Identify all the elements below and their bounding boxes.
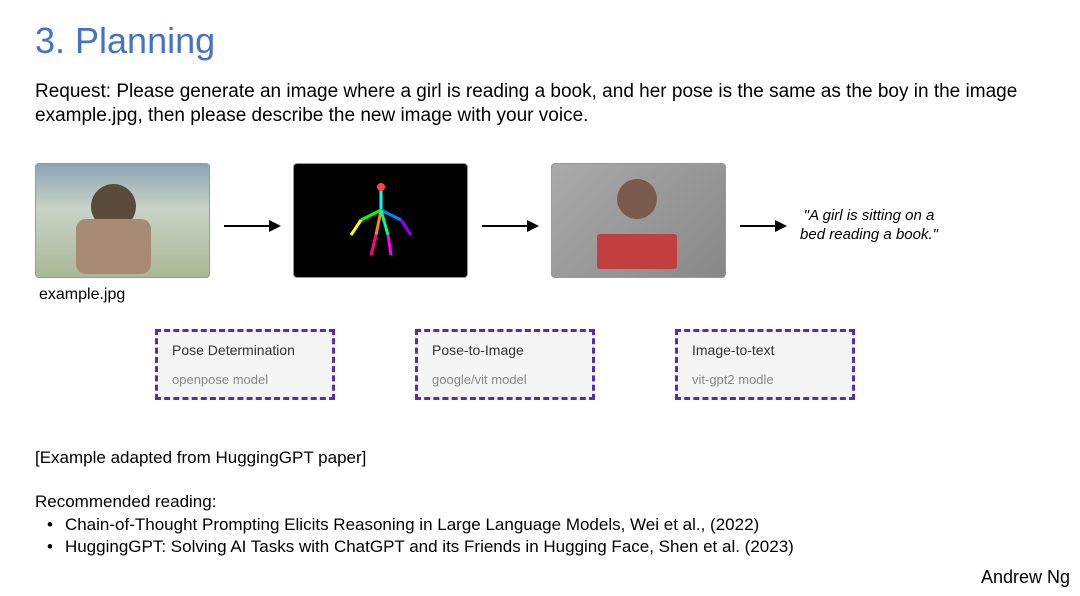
author-name: Andrew Ng	[981, 567, 1070, 588]
tool-pose-to-image: Pose-to-Image google/vit model	[415, 329, 595, 400]
tool-model: vit-gpt2 modle	[692, 372, 838, 387]
tool-boxes-row: Pose Determination openpose model Pose-t…	[155, 329, 1045, 400]
tool-title: Pose Determination	[172, 342, 318, 358]
stage-pose-image: -	[293, 163, 468, 304]
source-note: [Example adapted from HuggingGPT paper]	[35, 448, 1045, 468]
recommended-item: HuggingGPT: Solving AI Tasks with ChatGP…	[47, 536, 1045, 559]
output-caption: "A girl is sitting on a bed reading a bo…	[799, 207, 939, 245]
pipeline-row: example.jpg - - "A girl is sitting on a …	[35, 163, 1045, 304]
tool-title: Image-to-text	[692, 342, 838, 358]
tool-title: Pose-to-Image	[432, 342, 578, 358]
stage-input-image: example.jpg	[35, 163, 210, 304]
arrow-icon	[482, 225, 537, 227]
image-caption: example.jpg	[39, 286, 125, 304]
slide-title: 3. Planning	[35, 20, 1045, 62]
image-boy-scooter	[35, 163, 210, 278]
stage-generated-image: -	[551, 163, 726, 304]
tool-model: google/vit model	[432, 372, 578, 387]
tool-pose-determination: Pose Determination openpose model	[155, 329, 335, 400]
recommended-heading: Recommended reading:	[35, 492, 1045, 512]
request-description: Request: Please generate an image where …	[35, 80, 1045, 128]
tool-image-to-text: Image-to-text vit-gpt2 modle	[675, 329, 855, 400]
arrow-icon	[224, 225, 279, 227]
recommended-reading: Recommended reading: Chain-of-Thought Pr…	[35, 492, 1045, 560]
recommended-item: Chain-of-Thought Prompting Elicits Reaso…	[47, 514, 1045, 537]
image-girl-reading	[551, 163, 726, 278]
image-pose-skeleton	[293, 163, 468, 278]
arrow-icon	[740, 225, 785, 227]
tool-model: openpose model	[172, 372, 318, 387]
